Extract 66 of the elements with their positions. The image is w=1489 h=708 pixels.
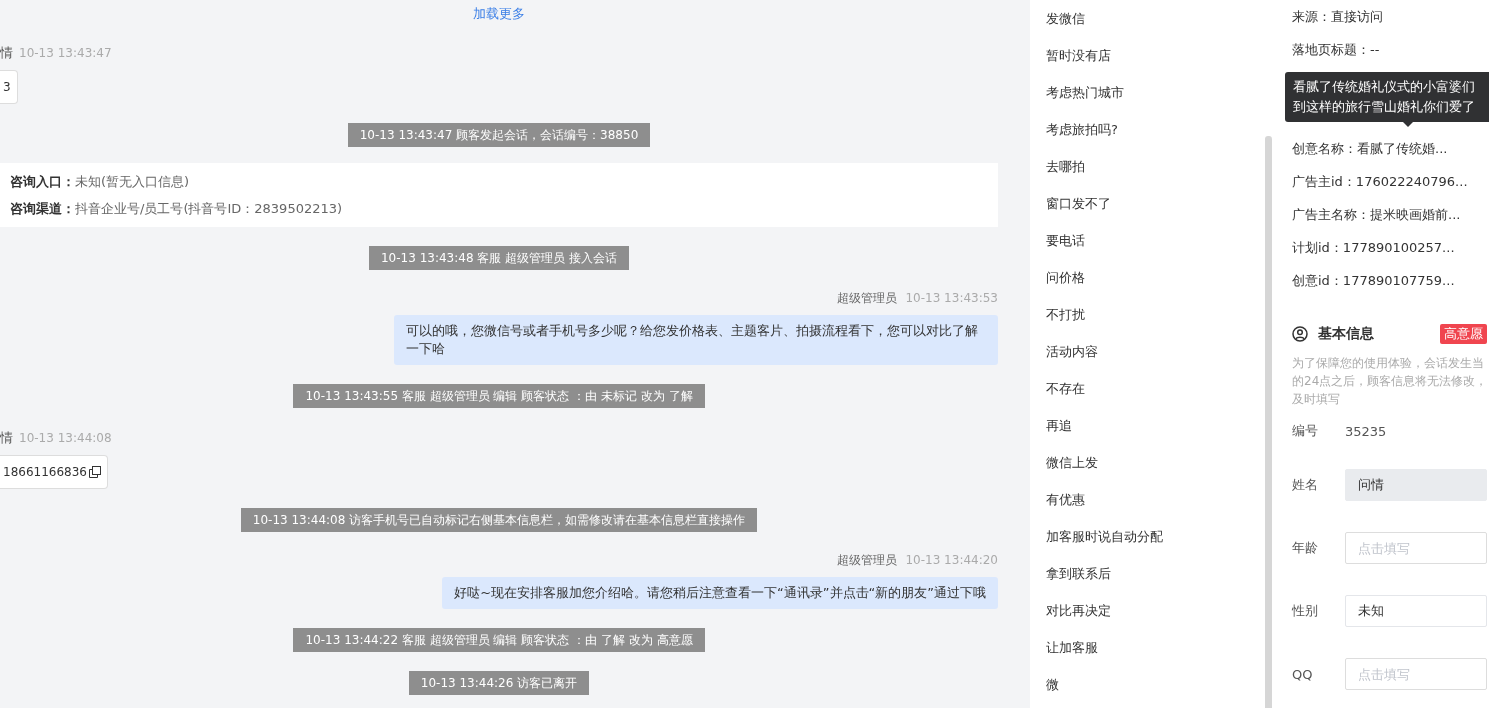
id-value: 35235 — [1345, 423, 1387, 439]
field-label: 性别 — [1292, 602, 1319, 620]
source-info-row-text: 广告主id：176022240796... — [1292, 173, 1469, 191]
quick-reply-item[interactable]: 去哪拍 — [1046, 148, 1265, 185]
field-label: 姓名 — [1292, 476, 1319, 494]
visitor-name: 情 — [0, 429, 13, 447]
info-label: 咨询渠道： — [10, 200, 75, 218]
tooltip-arrow — [1403, 122, 1413, 127]
quick-reply-item[interactable]: 对比再决定 — [1046, 592, 1265, 629]
info-label: 咨询入口： — [10, 173, 75, 191]
field-label: 编号 — [1292, 422, 1319, 440]
system-notice: 10-13 13:44:22 客服 超级管理员 编辑 顾客状态 ：由 了解 改为 高意愿 — [293, 628, 705, 652]
system-notice: 10-13 13:44:08 访客手机号已自动标记右侧基本信息栏，如需修改请在基本信息栏直接操作 — [240, 508, 758, 532]
quick-reply-item[interactable]: 问价格 — [1046, 259, 1265, 296]
source-info-row-text: 落地页标题：-- — [1292, 41, 1381, 59]
source-info-row-text: 计划id：177890100257... — [1292, 239, 1456, 257]
quick-reply-item[interactable]: 暂时没有店 — [1046, 37, 1265, 74]
section-title: 基本信息 — [1318, 325, 1374, 343]
input-field[interactable]: 问情 — [1345, 469, 1487, 501]
message-time: 10-13 13:44:20 — [905, 553, 998, 567]
source-info-row-text: 创意id：177890107759... — [1292, 272, 1456, 290]
quick-reply-item[interactable]: 活动内容 — [1046, 333, 1265, 370]
load-more-link[interactable]: 加载更多 — [473, 5, 525, 23]
input-field[interactable]: 点击填写 — [1345, 658, 1487, 690]
source-info-row-text: 广告主名称：提米映画婚前... — [1292, 206, 1462, 224]
quick-reply-item[interactable]: 窗口发不了 — [1046, 185, 1265, 222]
quick-reply-item[interactable]: 拿到联系后 — [1046, 555, 1265, 592]
quick-reply-item[interactable]: 让加客服 — [1046, 629, 1265, 666]
system-notice: 10-13 13:43:48 客服 超级管理员 接入会话 — [369, 246, 629, 270]
input-field[interactable]: 点击填写 — [1345, 532, 1487, 564]
system-notice: 10-13 13:43:55 客服 超级管理员 编辑 顾客状态 ：由 未标记 改为 了解 — [293, 384, 705, 408]
agent-name: 超级管理员 — [837, 552, 898, 569]
user-icon — [1292, 326, 1308, 342]
message-text: 3 — [3, 80, 11, 94]
scrollbar-thumb[interactable] — [1265, 136, 1272, 708]
message-time: 10-13 13:44:08 — [19, 431, 112, 445]
quick-reply-item[interactable]: 考虑热门城市 — [1046, 74, 1265, 111]
message-time: 10-13 13:43:53 — [905, 291, 998, 305]
quick-reply-item[interactable]: 不打扰 — [1046, 296, 1265, 333]
system-notice: 10-13 13:44:26 访客已离开 — [408, 671, 590, 695]
quick-reply-item[interactable]: 再追 — [1046, 407, 1265, 444]
intent-badge: 高意愿 — [1440, 324, 1487, 344]
field-label: 年龄 — [1292, 539, 1319, 557]
quick-reply-item[interactable]: 考虑旅拍吗? — [1046, 111, 1265, 148]
agent-message-bubble: 可以的哦，您微信号或者手机号多少呢？给您发价格表、主题客片、拍摄流程看下，您可以对比了解一下哈 — [394, 315, 998, 365]
quick-reply-item[interactable]: 有优惠 — [1046, 481, 1265, 518]
source-info-row-text: 创意名称：看腻了传统婚... — [1292, 140, 1449, 158]
info-value: 未知(暂无入口信息) — [75, 173, 190, 191]
visitor-name: 情 — [0, 44, 13, 62]
agent-name: 超级管理员 — [837, 290, 898, 307]
quick-reply-item[interactable]: 发微信 — [1046, 0, 1265, 37]
system-notice: 10-13 13:43:47 顾客发起会话，会话编号：38850 — [347, 123, 651, 147]
quick-reply-item[interactable]: 不存在 — [1046, 370, 1265, 407]
agent-message-bubble: 好哒~现在安排客服加您介绍哈。请您稍后注意查看一下“通讯录”并点击“新的朋友”通过下哦 — [442, 577, 998, 609]
quick-reply-item[interactable]: 微 — [1046, 666, 1265, 703]
quick-reply-item[interactable]: 加客服时说自动分配 — [1046, 518, 1265, 555]
info-value: 抖音企业号/员工号(抖音号ID：2839502213) — [75, 200, 343, 218]
input-field[interactable]: 未知 — [1345, 595, 1487, 627]
message-text: 18661166836 — [3, 465, 87, 479]
message-time: 10-13 13:43:47 — [19, 46, 112, 60]
copy-icon[interactable] — [89, 466, 101, 478]
field-label: QQ — [1292, 666, 1314, 682]
quick-reply-item[interactable]: 微信上发 — [1046, 444, 1265, 481]
quick-reply-item[interactable]: 要电话 — [1046, 222, 1265, 259]
source-info-row-text: 来源：直接访问 — [1292, 8, 1384, 26]
notice-text: 为了保障您的使用体验，会话发生当 的24点之后，顾客信息将无法修改， 及时填写 — [1292, 355, 1489, 408]
